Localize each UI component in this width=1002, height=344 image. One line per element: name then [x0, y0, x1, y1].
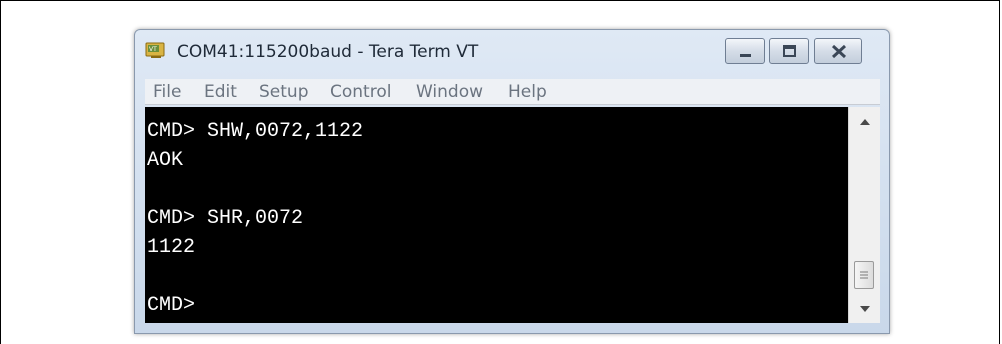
menu-control[interactable]: Control [330, 82, 391, 102]
terminal-line: CMD> SHW,0072,1122 [147, 120, 364, 143]
minimize-button[interactable] [725, 38, 765, 64]
minimize-icon [740, 54, 751, 57]
menu-file[interactable]: File [153, 82, 181, 102]
window-title: COM41:115200baud - Tera Term VT [177, 42, 479, 62]
grip-icon [860, 271, 868, 279]
menu-setup[interactable]: Setup [259, 82, 308, 102]
maximize-button[interactable] [769, 38, 809, 64]
tera-term-app-icon[interactable]: VT [145, 41, 167, 59]
close-icon [831, 44, 847, 59]
scroll-up-arrow-icon[interactable] [849, 111, 881, 131]
vertical-scrollbar[interactable] [848, 107, 880, 323]
tera-term-window: VT COM41:115200baud - Tera Term VT File … [134, 29, 890, 334]
terminal-line: 1122 [147, 236, 196, 259]
maximize-icon [783, 45, 796, 57]
menu-help[interactable]: Help [508, 82, 547, 102]
terminal-prompt-line: CMD> [147, 294, 196, 317]
terminal-line: AOK [147, 149, 184, 172]
menu-edit[interactable]: Edit [204, 82, 237, 102]
menu-window[interactable]: Window [416, 82, 483, 102]
close-button[interactable] [814, 38, 862, 64]
terminal-line: CMD> SHR,0072 [147, 207, 304, 230]
scrollbar-thumb[interactable] [854, 261, 874, 289]
scroll-down-arrow-icon[interactable] [849, 299, 881, 319]
svg-text:VT: VT [149, 46, 157, 53]
terminal-output[interactable]: CMD> SHW,0072,1122 AOK CMD> SHR,0072 112… [145, 107, 848, 323]
menu-bar: File Edit Setup Control Window Help [145, 79, 880, 105]
title-bar[interactable]: VT COM41:115200baud - Tera Term VT [135, 30, 889, 78]
